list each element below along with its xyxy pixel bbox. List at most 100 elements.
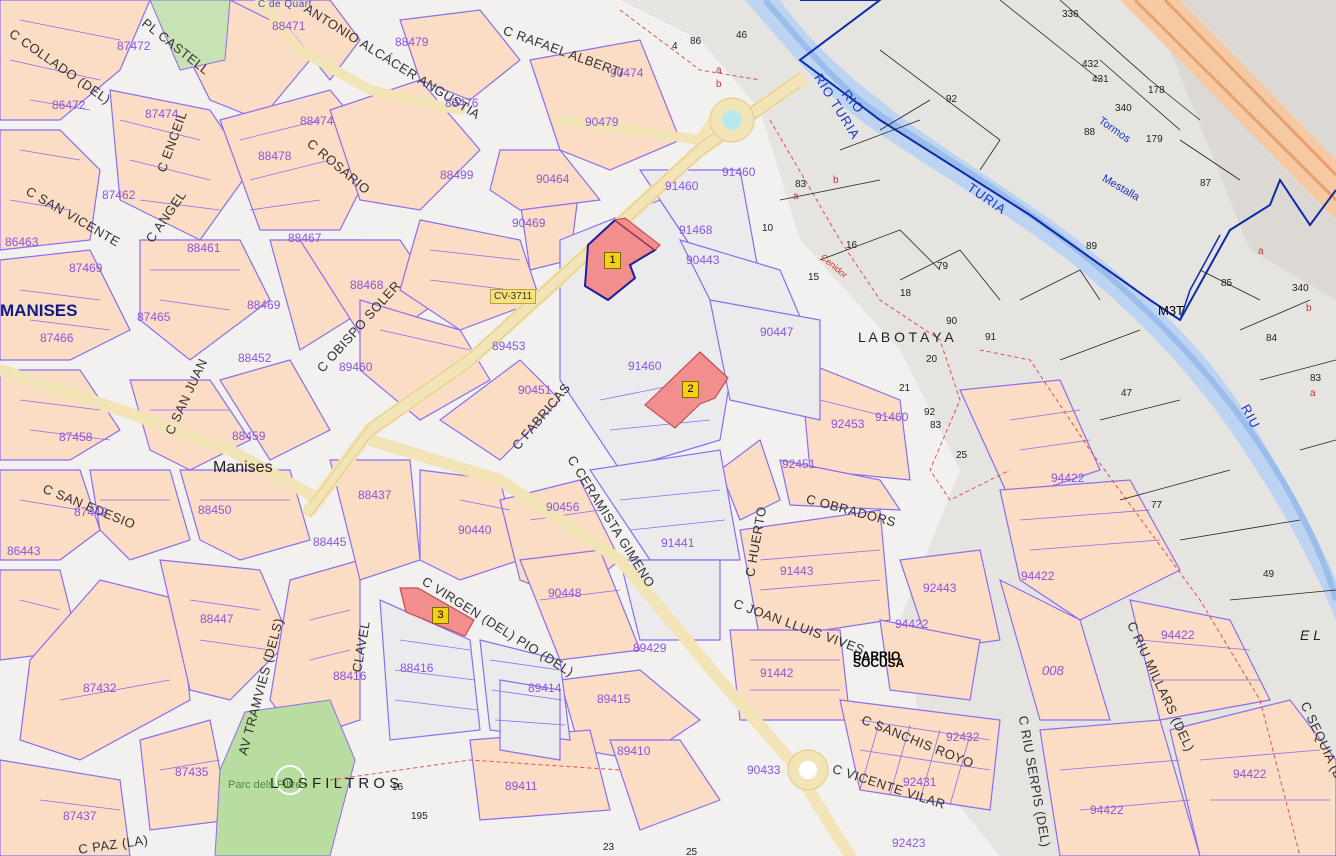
plot-number: 340 xyxy=(1292,283,1309,294)
parcel-label: 87462 xyxy=(102,188,136,202)
plot-number: 195 xyxy=(411,811,428,822)
parcel-label: 87465 xyxy=(137,310,171,324)
parcel-label: 86443 xyxy=(7,544,41,558)
plot-number: 15 xyxy=(808,272,820,283)
place-socusa: SOCUSA xyxy=(853,656,905,670)
cadastral-map[interactable]: CV-3711 1 2 3 Manises MANISES L A B O T … xyxy=(0,0,1336,856)
plot-number: 46 xyxy=(736,30,748,41)
lot-marker-2[interactable]: 2 xyxy=(682,381,699,398)
parcel-label: 90464 xyxy=(536,172,570,186)
plot-letter: a xyxy=(1258,246,1264,257)
plot-number: 88 xyxy=(1084,127,1096,138)
parcel-label: 88478 xyxy=(258,149,292,163)
parcel-label: 90451 xyxy=(518,383,552,397)
parcel-label: 88474 xyxy=(300,114,334,128)
plot-number: 25 xyxy=(956,450,968,461)
map-canvas xyxy=(0,0,1336,856)
parcel-label: 90433 xyxy=(747,763,781,777)
parcel-label: 88459 xyxy=(232,429,266,443)
place-manises-upper: MANISES xyxy=(0,301,78,320)
plot-number: 85 xyxy=(1221,278,1233,289)
plot-letter: a xyxy=(1310,388,1316,399)
plot-letter: a xyxy=(716,65,722,76)
parcel-label: 91442 xyxy=(760,666,794,680)
parcel-label: 90474 xyxy=(610,66,644,80)
plot-letter: b xyxy=(716,79,722,90)
street-quart: C de Quart xyxy=(258,0,312,10)
parcel-label: 92443 xyxy=(923,581,957,595)
plot-number: 10 xyxy=(762,223,774,234)
parcel-label: 90479 xyxy=(585,115,619,129)
parcel-label: 89410 xyxy=(617,744,651,758)
parcel-label: 94422 xyxy=(895,617,929,631)
parcel-label: 92432 xyxy=(946,730,980,744)
plot-number: 92 xyxy=(924,407,936,418)
parcel-label: 90456 xyxy=(546,500,580,514)
parcel-label: 88469 xyxy=(247,298,281,312)
plot-number: 83 xyxy=(795,179,807,190)
place-manises: Manises xyxy=(213,459,273,476)
parcel-label: 87466 xyxy=(40,331,74,345)
parcel-label: 89411 xyxy=(505,779,538,793)
park-label: Parc dels Filtres xyxy=(228,779,307,791)
plot-number: 91 xyxy=(985,332,997,343)
parcel-label: 92431 xyxy=(903,775,937,789)
parcel-label: 90447 xyxy=(760,325,794,339)
parcel-label: 88437 xyxy=(358,488,392,502)
place-la-botaya: L A B O T A Y A xyxy=(858,329,954,345)
plot-number: 79 xyxy=(937,261,949,272)
plot-letter: b xyxy=(1306,303,1312,314)
parcel-label: 90448 xyxy=(548,586,582,600)
parcel-label: 87469 xyxy=(69,261,103,275)
parcel-label: 88476 xyxy=(445,96,479,110)
parcel-label: 88468 xyxy=(350,278,384,292)
parcel-label: 88452 xyxy=(238,351,272,365)
plot-number: 92 xyxy=(946,94,958,105)
plot-number: 87 xyxy=(1200,178,1212,189)
plot-number: 89 xyxy=(1086,241,1098,252)
parcel-label: 94422 xyxy=(1161,628,1195,642)
parcel-label: 88461 xyxy=(187,241,221,255)
parcel-label: 87472 xyxy=(117,39,151,53)
parcel-label: 88447 xyxy=(200,612,234,626)
parcel-label: 91460 xyxy=(722,165,756,179)
parcel-label: 86463 xyxy=(5,235,39,249)
parcel-label: 89453 xyxy=(492,339,526,353)
parcel-label: 88450 xyxy=(198,503,232,517)
plot-number: 25 xyxy=(686,847,698,856)
parcel-label: 92423 xyxy=(892,836,926,850)
road-tag-cv3711: CV-3711 xyxy=(490,289,537,304)
plot-number: 16 xyxy=(846,240,858,251)
plot-number: 18 xyxy=(900,288,912,299)
plot-letter: a xyxy=(793,191,799,202)
parcel-label: 86472 xyxy=(52,98,86,112)
parcel-label: 88499 xyxy=(440,168,474,182)
place-el: E L xyxy=(1300,627,1322,643)
parcel-label: 91460 xyxy=(875,410,909,424)
plot-letter: b xyxy=(833,175,839,186)
parcel-label: 90440 xyxy=(458,523,492,537)
plot-number: 178 xyxy=(1148,85,1165,96)
parcel-label: 87437 xyxy=(63,809,97,823)
plot-number: 86 xyxy=(690,36,702,47)
lot-marker-3[interactable]: 3 xyxy=(432,607,449,624)
plot-number: 84 xyxy=(1266,333,1278,344)
parcel-label: 89415 xyxy=(597,692,631,706)
lot-marker-1[interactable]: 1 xyxy=(604,252,621,269)
plot-number: 21 xyxy=(899,383,911,394)
parcel-label: 89460 xyxy=(339,360,373,374)
plot-number: 20 xyxy=(926,354,938,365)
parcel-label: 92453 xyxy=(831,417,865,431)
parcel-label: 90443 xyxy=(686,253,720,267)
plot-number: 47 xyxy=(1121,388,1133,399)
parcel-label: 008 xyxy=(1042,663,1064,678)
parcel-label: 87432 xyxy=(83,681,117,695)
parcel-label: 87435 xyxy=(175,765,209,779)
parcel-label: 91468 xyxy=(679,223,713,237)
plot-number: 179 xyxy=(1146,134,1163,145)
plot-number: 23 xyxy=(603,842,615,853)
plot-number: 49 xyxy=(1263,569,1275,580)
parcel-label: 94422 xyxy=(1233,767,1267,781)
plot-number: 336 xyxy=(1062,9,1079,20)
plot-number: 340 xyxy=(1115,103,1132,114)
